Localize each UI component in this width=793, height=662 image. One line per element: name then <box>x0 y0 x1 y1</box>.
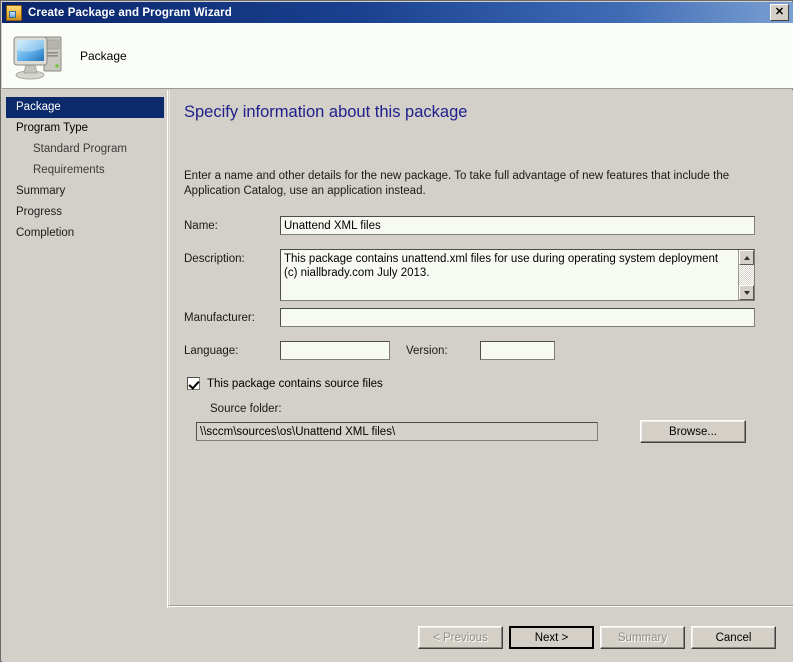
description-scrollbar[interactable] <box>738 250 754 300</box>
previous-button: < Previous <box>418 626 503 649</box>
footer-divider <box>169 605 793 607</box>
next-button[interactable]: Next > <box>509 626 594 649</box>
sidebar-item-progress[interactable]: Progress <box>2 202 167 223</box>
name-input[interactable]: Unattend XML files <box>280 216 755 235</box>
sidebar-item-program-type[interactable]: Program Type <box>2 118 167 139</box>
sidebar-item-package[interactable]: Package <box>6 97 164 118</box>
header-banner: Package <box>2 23 793 89</box>
description-text: This package contains unattend.xml files… <box>284 253 719 279</box>
description-label: Description: <box>184 253 245 265</box>
sidebar-item-summary[interactable]: Summary <box>2 181 167 202</box>
wizard-content-panel: Specify information about this package E… <box>169 90 793 608</box>
language-input[interactable] <box>280 341 390 360</box>
scroll-down-icon[interactable] <box>739 285 754 300</box>
close-icon[interactable]: ✕ <box>770 4 789 21</box>
window-title: Create Package and Program Wizard <box>28 6 232 19</box>
checkbox-label: This package contains source files <box>207 377 383 390</box>
language-label: Language: <box>184 345 239 357</box>
wizard-step-sidebar: Package Program Type Standard Program Re… <box>2 90 168 608</box>
version-label: Version: <box>406 345 448 357</box>
version-input[interactable] <box>480 341 555 360</box>
cancel-button[interactable]: Cancel <box>691 626 776 649</box>
source-folder-label: Source folder: <box>210 403 282 415</box>
sidebar-item-requirements[interactable]: Requirements <box>2 160 167 181</box>
intro-description: Enter a name and other details for the n… <box>184 170 730 197</box>
checkbox-indicator[interactable] <box>187 377 200 390</box>
page-title: Specify information about this package <box>184 103 468 121</box>
name-label: Name: <box>184 220 218 232</box>
browse-button[interactable]: Browse... <box>640 420 746 443</box>
summary-button: Summary <box>600 626 685 649</box>
contains-source-files-checkbox[interactable]: This package contains source files <box>187 377 383 390</box>
header-title: Package <box>80 48 127 63</box>
sidebar-item-standard-program[interactable]: Standard Program <box>2 139 167 160</box>
wizard-footer: < Previous Next > Summary Cancel <box>2 608 793 662</box>
manufacturer-label: Manufacturer: <box>184 312 255 324</box>
description-textarea[interactable]: This package contains unattend.xml files… <box>280 249 755 301</box>
source-folder-input[interactable]: \\sccm\sources\os\Unattend XML files\ <box>196 422 598 441</box>
computer-monitor-icon <box>12 31 70 81</box>
package-wizard-icon <box>6 4 22 21</box>
manufacturer-input[interactable] <box>280 308 755 327</box>
title-bar: Create Package and Program Wizard ✕ <box>2 2 793 23</box>
wizard-window: Create Package and Program Wizard ✕ Pack… <box>0 0 793 662</box>
scroll-up-icon[interactable] <box>739 250 754 265</box>
sidebar-item-completion[interactable]: Completion <box>2 223 167 244</box>
